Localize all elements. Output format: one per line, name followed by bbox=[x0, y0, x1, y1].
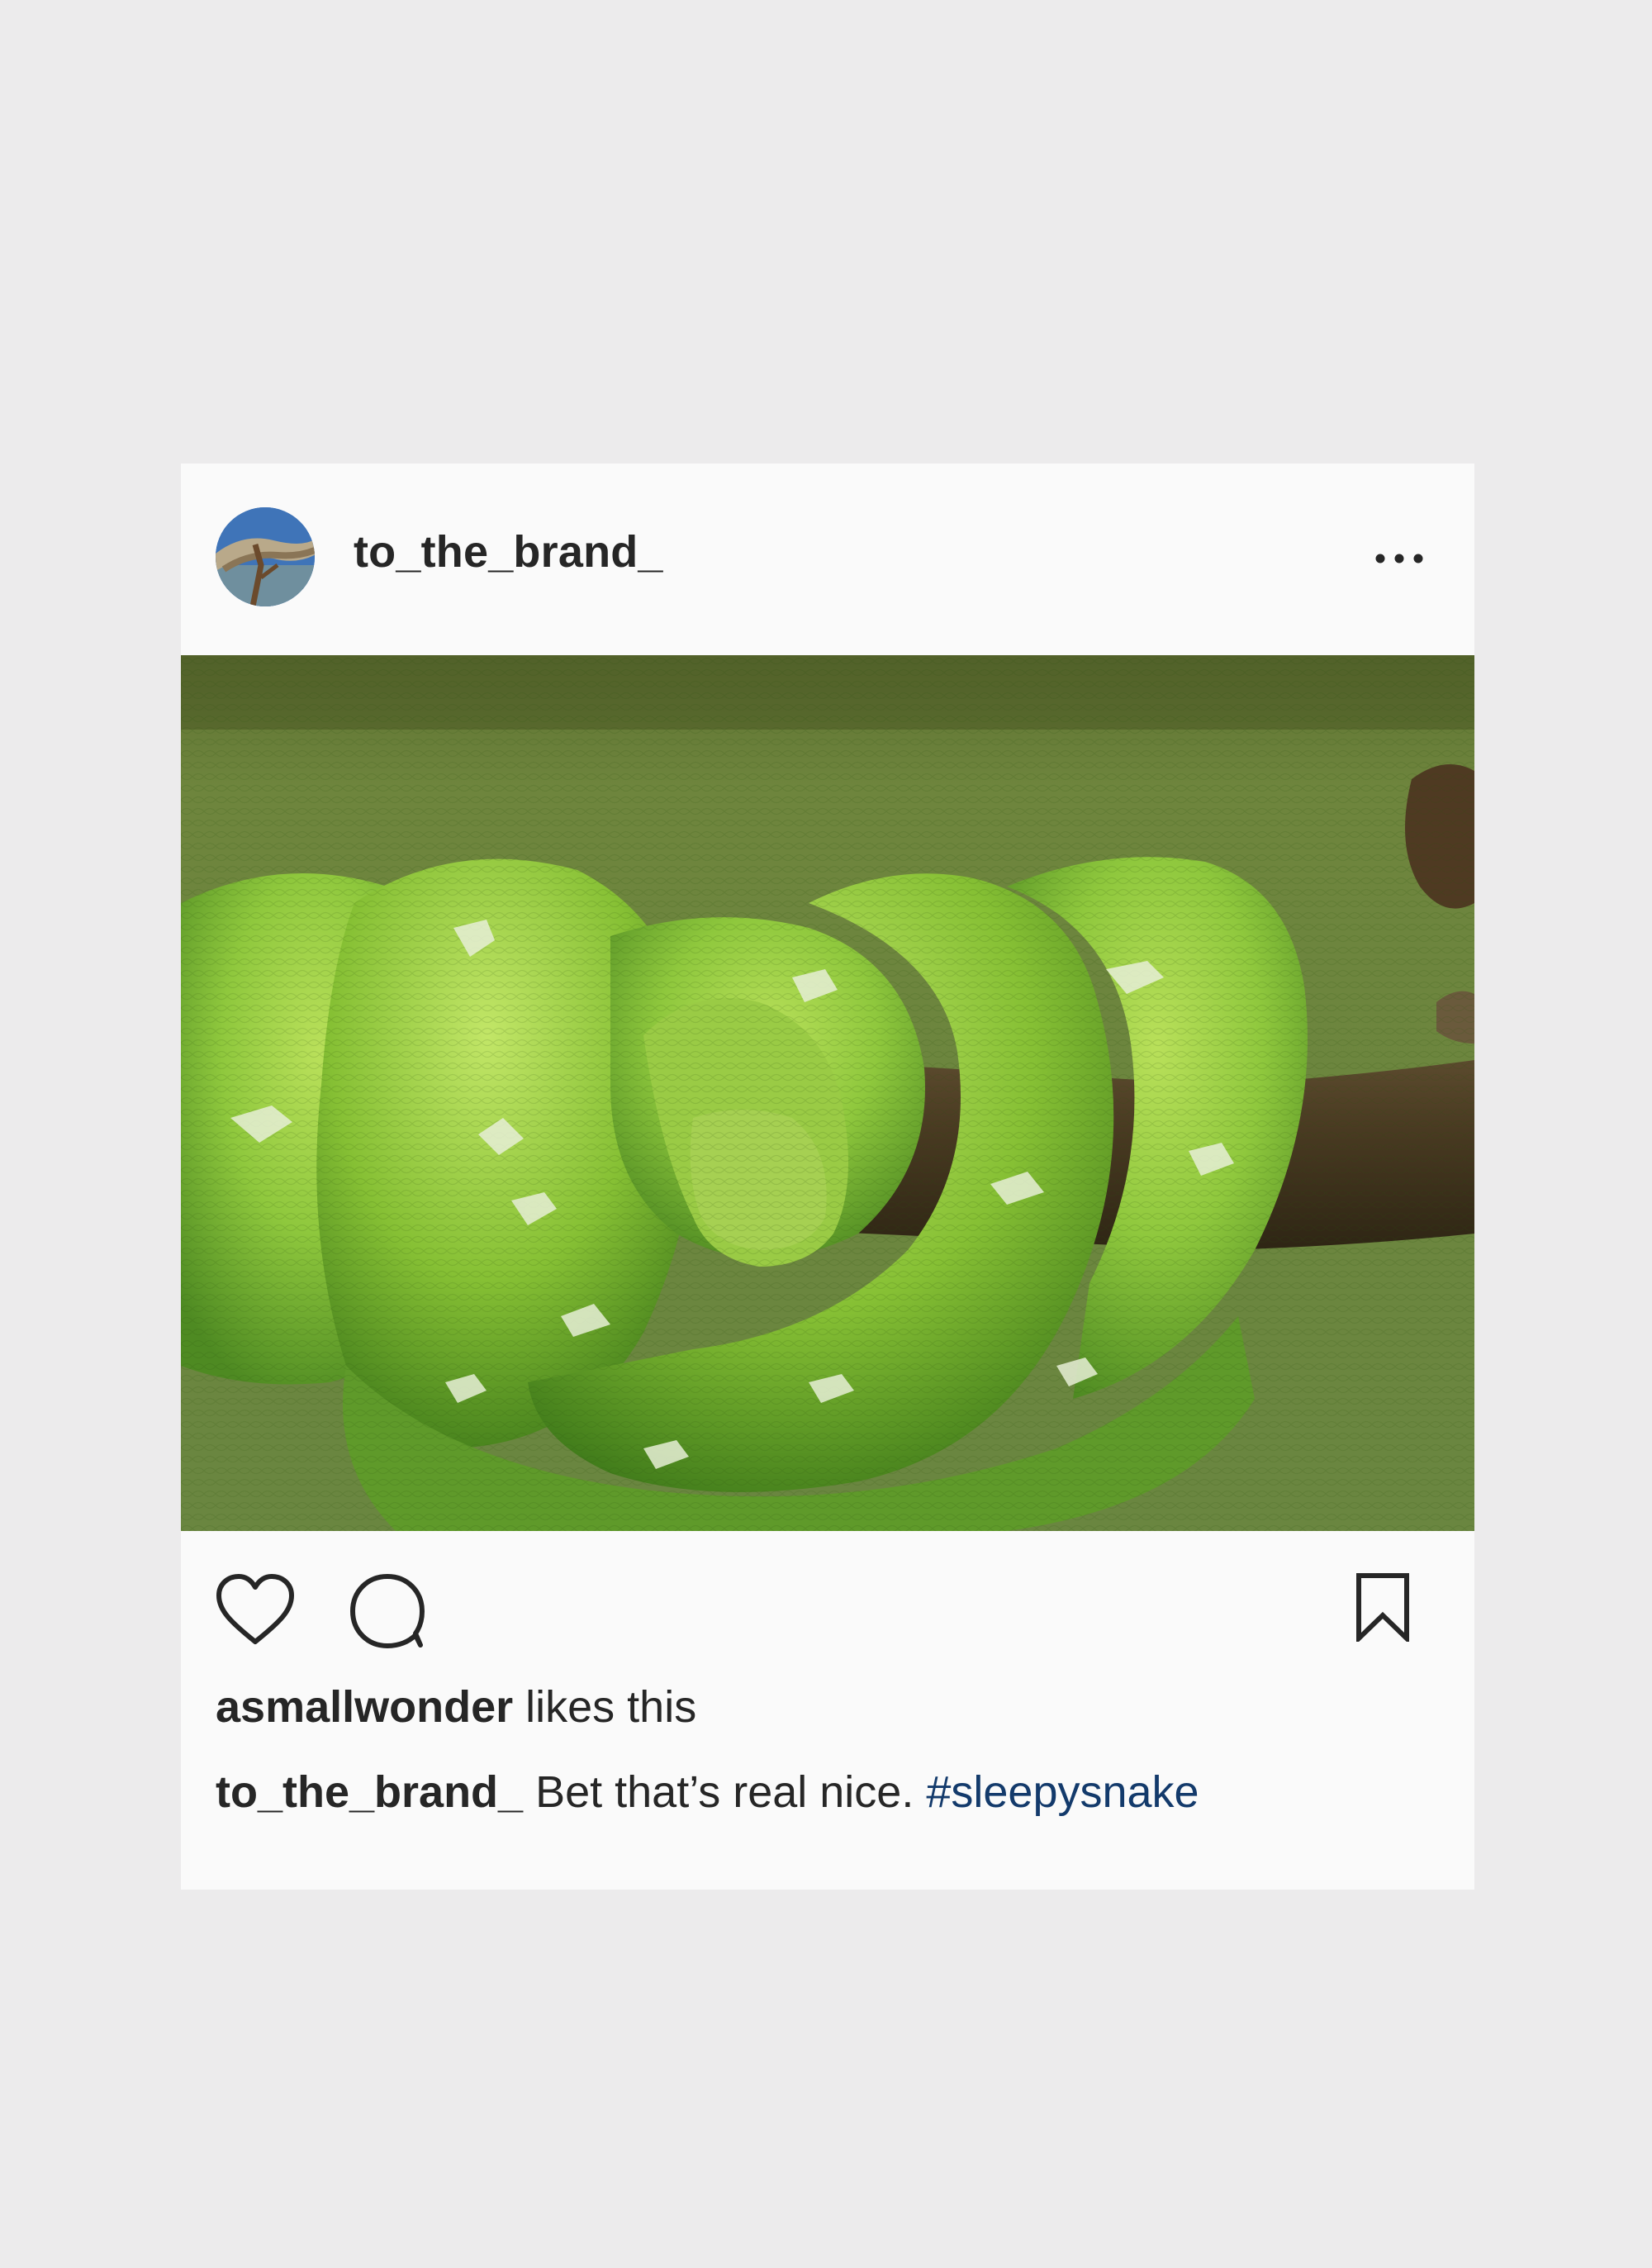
bookmark-icon bbox=[1356, 1573, 1409, 1645]
post-author-username[interactable]: to_the_brand_ bbox=[354, 530, 663, 574]
comment-icon bbox=[350, 1574, 425, 1648]
post-card: to_the_brand_ asmallwonder likes this to… bbox=[181, 464, 1474, 1890]
avatar-image bbox=[216, 507, 315, 606]
post-photo[interactable] bbox=[181, 655, 1474, 1531]
more-horizontal-icon bbox=[1375, 554, 1423, 563]
heart-icon bbox=[216, 1574, 294, 1644]
comment-button[interactable] bbox=[348, 1572, 427, 1650]
more-options-button[interactable] bbox=[1370, 530, 1428, 587]
caption-text: Bet that’s real nice. bbox=[523, 1767, 927, 1817]
save-button[interactable] bbox=[1354, 1572, 1412, 1645]
caption-hashtag[interactable]: #sleepysnake bbox=[926, 1767, 1199, 1817]
liker-username[interactable]: asmallwonder bbox=[216, 1682, 513, 1732]
post-caption: to_the_brand_ Bet that’s real nice. #sle… bbox=[216, 1770, 1199, 1814]
like-button[interactable] bbox=[214, 1572, 297, 1647]
avatar[interactable] bbox=[216, 507, 315, 606]
caption-username[interactable]: to_the_brand_ bbox=[216, 1767, 523, 1817]
likes-summary: asmallwonder likes this bbox=[216, 1685, 696, 1729]
snake-photo bbox=[181, 655, 1474, 1531]
post-header: to_the_brand_ bbox=[181, 464, 1474, 655]
post-actions: asmallwonder likes this to_the_brand_ Be… bbox=[181, 1531, 1474, 1890]
likes-text: likes this bbox=[513, 1682, 697, 1732]
